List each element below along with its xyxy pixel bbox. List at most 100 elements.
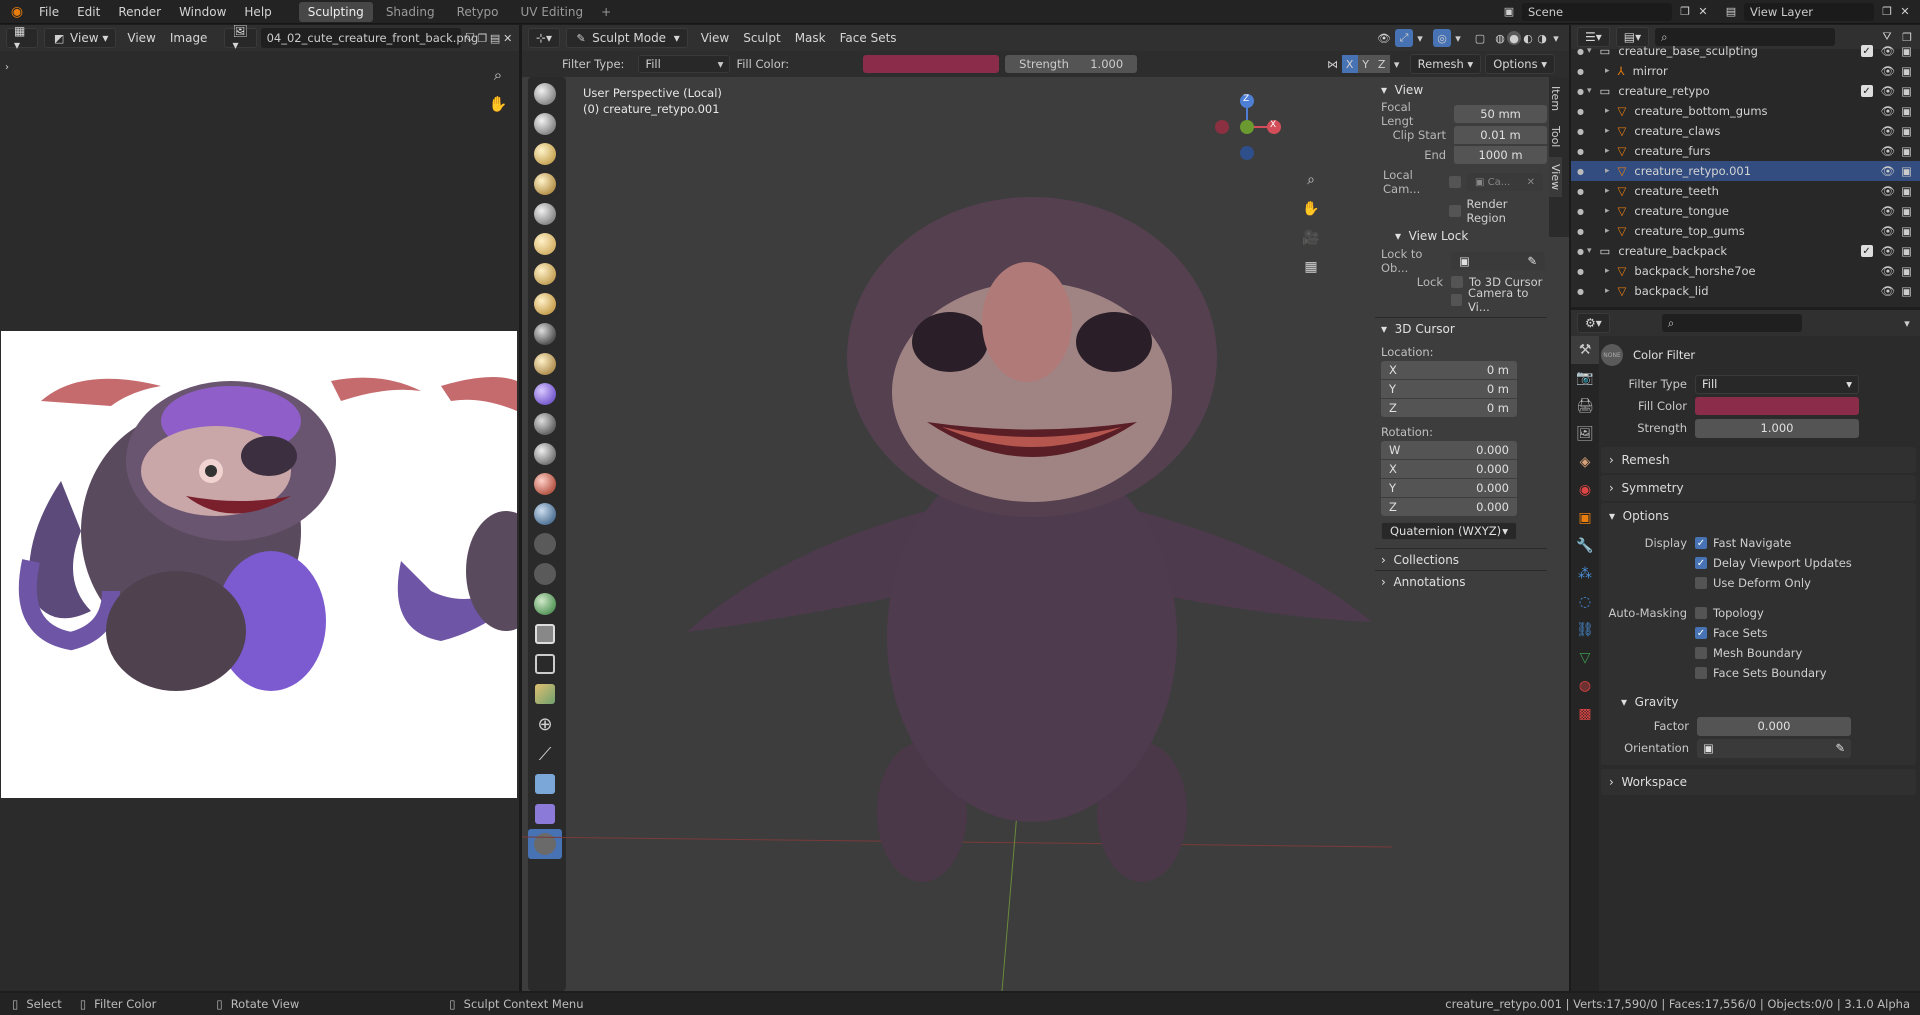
- fill-color-swatch[interactable]: [863, 55, 1000, 73]
- filter-type-dropdown[interactable]: Fill ▾: [638, 55, 731, 73]
- outliner-row[interactable]: ● ▸ ▽ creature_bottom_gums 👁 ▣: [1571, 101, 1920, 121]
- object-tab-icon[interactable]: ▣: [1571, 504, 1599, 532]
- fake-user-icon[interactable]: ⛉: [465, 31, 476, 45]
- properties-editor-type[interactable]: ⚙▾: [1577, 313, 1610, 333]
- eye-icon[interactable]: 👁: [1881, 124, 1896, 138]
- shading-rendered-icon[interactable]: ◑: [1535, 31, 1549, 45]
- cursor-location-y[interactable]: Y 0 m: [1381, 380, 1517, 398]
- outliner-row[interactable]: ● ▸ ▽ backpack_horshe7oe 👁 ▣: [1571, 261, 1920, 281]
- outliner-item-label[interactable]: creature_base_sculpting: [1618, 44, 1758, 58]
- camera-render-icon[interactable]: ▣: [1901, 224, 1912, 238]
- visibility-dot-icon[interactable]: ●: [1577, 87, 1584, 96]
- eye-icon[interactable]: 👁: [1881, 264, 1896, 278]
- view-layer-close-icon[interactable]: ✕: [1898, 5, 1912, 19]
- axis-y-toggle[interactable]: Y: [1357, 55, 1374, 73]
- outliner-row[interactable]: ● ▸ ▽ creature_retypo.001 👁 ▣: [1571, 161, 1920, 181]
- physics-tab-icon[interactable]: ◌: [1571, 588, 1599, 616]
- gizmo-toggle-icon[interactable]: ⤢: [1395, 29, 1413, 47]
- camera-render-icon[interactable]: ▣: [1901, 264, 1912, 278]
- topology-checkbox[interactable]: [1695, 607, 1707, 619]
- material-tab-icon[interactable]: ◍: [1571, 672, 1599, 700]
- eye-icon[interactable]: 👁: [1881, 184, 1896, 198]
- shading-solid-icon[interactable]: ●: [1507, 31, 1521, 45]
- render-region-checkbox[interactable]: [1449, 205, 1461, 217]
- outliner-row[interactable]: ● ▸ ▽ creature_furs 👁 ▣: [1571, 141, 1920, 161]
- pan-hand-icon[interactable]: ✋: [487, 93, 509, 115]
- options-panel-header[interactable]: ▾ Options: [1601, 503, 1916, 529]
- expand-arrow-icon[interactable]: ▸: [1605, 226, 1610, 236]
- outliner-item-label[interactable]: creature_claws: [1634, 124, 1720, 138]
- clip-start-field[interactable]: 0.01 m: [1454, 126, 1547, 144]
- remesh-panel-header[interactable]: › Remesh: [1601, 447, 1916, 473]
- side-tab-tool[interactable]: Tool: [1549, 117, 1562, 157]
- options-dropdown[interactable]: Options ▾: [1485, 54, 1555, 74]
- tool-tab-icon[interactable]: ⚒: [1571, 336, 1599, 364]
- fill-color-swatch[interactable]: [1695, 397, 1859, 415]
- clip-end-field[interactable]: 1000 m: [1454, 146, 1547, 164]
- mesh-boundary-checkbox[interactable]: [1695, 647, 1707, 659]
- zoom-icon[interactable]: ⌕: [487, 64, 509, 86]
- tab-shading[interactable]: Shading: [377, 2, 444, 22]
- scene-tab-icon[interactable]: ◈: [1571, 448, 1599, 476]
- image-name-field[interactable]: 04_02_cute_creature_front_back.png: [260, 28, 478, 48]
- scene-copy-icon[interactable]: ❐: [1678, 5, 1692, 19]
- image-browse-button[interactable]: 🖼▾: [224, 24, 257, 52]
- rotation-mode-dropdown[interactable]: Quaternion (WXYZ) ▾: [1381, 522, 1517, 540]
- add-workspace-button[interactable]: +: [592, 2, 620, 22]
- symmetry-dropdown-icon[interactable]: ▾: [1390, 57, 1404, 71]
- shading-wire-icon[interactable]: ◍: [1493, 31, 1507, 45]
- visibility-dot-icon[interactable]: ●: [1577, 267, 1584, 276]
- outliner-item-label[interactable]: creature_backpack: [1618, 244, 1727, 258]
- image-menu-view[interactable]: View: [120, 28, 162, 48]
- navigation-gizmo[interactable]: Z X: [1202, 87, 1292, 187]
- particles-tab-icon[interactable]: ⁂: [1571, 560, 1599, 588]
- camera-render-icon[interactable]: ▣: [1901, 144, 1912, 158]
- cursor-rotation-x[interactable]: X 0.000: [1381, 460, 1517, 478]
- expand-arrow-icon[interactable]: ▸: [1605, 266, 1610, 276]
- expand-arrow-icon[interactable]: ›: [0, 60, 14, 74]
- face-sets-boundary-checkbox[interactable]: [1695, 667, 1707, 679]
- properties-search-input[interactable]: ⌕: [1661, 314, 1802, 332]
- visibility-dot-icon[interactable]: ●: [1577, 127, 1584, 136]
- eyedropper-icon[interactable]: ✎: [1835, 741, 1845, 755]
- visibility-dot-icon[interactable]: ●: [1577, 107, 1584, 116]
- menu-file[interactable]: File: [30, 0, 68, 24]
- zoom-view-icon[interactable]: ⌕: [1300, 169, 1322, 191]
- eye-icon[interactable]: 👁: [1881, 144, 1896, 158]
- ortho-toggle-icon[interactable]: ▦: [1300, 256, 1322, 278]
- blender-logo-icon[interactable]: ◉: [10, 4, 24, 20]
- outliner-row[interactable]: ● ▾ ▭ creature_retypo ✓ 👁 ▣: [1571, 81, 1920, 101]
- new-image-icon[interactable]: ❐: [477, 31, 488, 45]
- sculpt-model[interactable]: [522, 77, 1392, 991]
- expand-arrow-icon[interactable]: ▸: [1605, 166, 1610, 176]
- gravity-subpanel-header[interactable]: ▾ Gravity: [1601, 689, 1916, 715]
- overlay-toggle-icon[interactable]: ◎: [1433, 29, 1451, 47]
- viewport-3d[interactable]: ⊹▾ ✎ Sculpt Mode ▾ View Sculpt Mask Face …: [522, 25, 1569, 991]
- outliner-item-label[interactable]: creature_top_gums: [1634, 224, 1744, 238]
- visibility-dot-icon[interactable]: ●: [1577, 207, 1584, 216]
- focal-length-field[interactable]: 50 mm: [1454, 105, 1547, 123]
- overlay-dropdown-icon[interactable]: ▾: [1451, 31, 1465, 45]
- camera-render-icon[interactable]: ▣: [1901, 244, 1912, 258]
- outliner-row[interactable]: ● ▾ ▭ creature_backpack ✓ 👁 ▣: [1571, 241, 1920, 261]
- outliner-item-label[interactable]: creature_retypo: [1618, 84, 1709, 98]
- render-tab-icon[interactable]: 📷: [1571, 364, 1599, 392]
- image-menu-image[interactable]: Image: [163, 28, 215, 48]
- camera-render-icon[interactable]: ▣: [1901, 184, 1912, 198]
- outliner-item-label[interactable]: backpack_horshe7oe: [1634, 264, 1755, 278]
- view-layer-icon[interactable]: ▤: [1724, 5, 1738, 19]
- eye-icon[interactable]: 👁: [1881, 64, 1896, 78]
- eye-icon[interactable]: 👁: [1881, 104, 1896, 118]
- camera-render-icon[interactable]: ▣: [1901, 84, 1912, 98]
- viewport-menu-sculpt[interactable]: Sculpt: [736, 28, 787, 48]
- visibility-dot-icon[interactable]: ●: [1577, 167, 1584, 176]
- editor-type-dropdown[interactable]: ▦ ▾: [6, 24, 39, 52]
- eye-icon[interactable]: 👁: [1881, 44, 1896, 58]
- tab-retypo[interactable]: Retypo: [448, 2, 508, 22]
- shading-material-icon[interactable]: ◐: [1521, 31, 1535, 45]
- orientation-field[interactable]: ▣ ✎: [1697, 738, 1851, 758]
- eye-icon[interactable]: 👁: [1881, 244, 1896, 258]
- expand-arrow-icon[interactable]: ▸: [1605, 66, 1610, 76]
- 3d-cursor-section-header[interactable]: ▾ 3D Cursor: [1375, 317, 1547, 339]
- camera-render-icon[interactable]: ▣: [1901, 204, 1912, 218]
